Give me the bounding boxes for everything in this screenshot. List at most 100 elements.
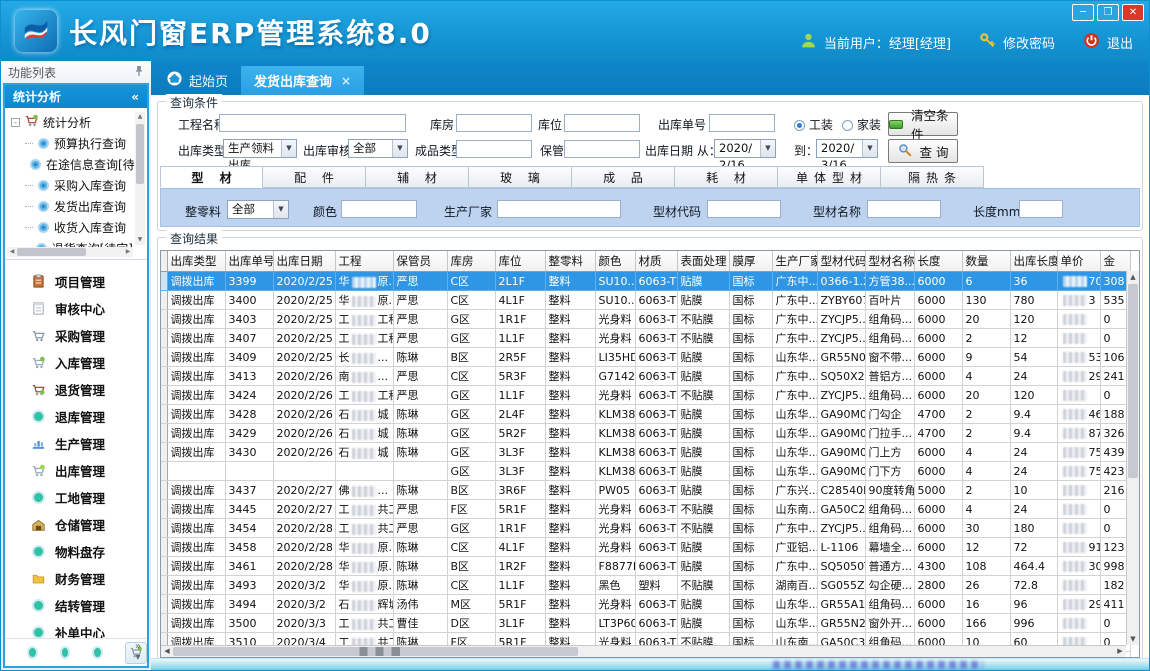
grid-horizontal-scrollbar[interactable]: ◀ ▶ xyxy=(161,645,1126,657)
material-tab-耗材[interactable]: 耗 材 xyxy=(675,166,778,188)
sidebar-item-入库管理[interactable]: 入库管理 xyxy=(5,349,147,376)
minimize-button[interactable]: ─ xyxy=(1072,4,1094,21)
dot-icon[interactable] xyxy=(92,646,103,659)
column-header-整零料[interactable]: 整零料 xyxy=(545,251,595,272)
chevron-down-icon[interactable]: ▼ xyxy=(862,140,877,157)
column-header-材质[interactable]: 材质 xyxy=(635,251,677,272)
logout-link[interactable]: 退出 xyxy=(1107,33,1133,52)
column-header-长度[interactable]: 长度 xyxy=(914,251,962,272)
overflow-chevron-icon[interactable]: »▾ xyxy=(135,641,141,663)
material-tab-配件[interactable]: 配 件 xyxy=(263,166,366,188)
table-row[interactable]: 调拨出库35002020/3/3工共工程曹佳D区3L1F整料LT3P606063… xyxy=(161,614,1130,633)
table-row[interactable]: 调拨出库34072020/2/25工工程严思G区1L1F整料光身料6063-T5… xyxy=(161,329,1130,348)
scroll-down-icon[interactable]: ▼ xyxy=(135,235,145,245)
column-header-出库类型[interactable]: 出库类型 xyxy=(167,251,225,272)
tree-item-预算执行查询[interactable]: 预算执行查询 xyxy=(11,133,133,154)
length-input[interactable] xyxy=(1019,200,1063,218)
profile-code-input[interactable] xyxy=(707,200,781,218)
color-input[interactable] xyxy=(341,200,417,218)
table-row[interactable]: G区3L3F整料KLM38176063-T5贴膜国标山东华...GA90M09.… xyxy=(161,462,1130,481)
scroll-up-icon[interactable]: ▲ xyxy=(135,112,145,122)
table-row[interactable]: 调拨出库34292020/2/26石城陈琳G区5R2F整料KLM38176063… xyxy=(161,424,1130,443)
location-input[interactable] xyxy=(564,114,640,132)
close-button[interactable]: ✕ xyxy=(1122,4,1144,21)
material-tab-辅材[interactable]: 辅 材 xyxy=(366,166,469,188)
column-header-表面处理[interactable]: 表面处理 xyxy=(677,251,729,272)
table-row[interactable]: 调拨出库34372020/2/27佛...陈琳B区3R6F整料PW056063-… xyxy=(161,481,1130,500)
tree-horizontal-scrollbar[interactable]: ◀ ▶ xyxy=(7,247,133,257)
project-name-input[interactable] xyxy=(219,114,406,132)
tab-起始页[interactable]: 起始页 xyxy=(154,66,241,95)
tree-item-采购入库查询[interactable]: 采购入库查询 xyxy=(11,175,133,196)
scroll-right-icon[interactable]: ▶ xyxy=(123,247,133,257)
column-header-工程[interactable]: 工程 xyxy=(335,251,393,272)
table-row[interactable]: 调拨出库34452020/2/27工共工程严思F区5R1F整料光身料6063-T… xyxy=(161,500,1130,519)
dot-icon[interactable] xyxy=(60,646,71,659)
tree-vertical-scrollbar[interactable]: ▲ ▼ xyxy=(135,112,145,245)
column-header-出库长度[interactable]: 出库长度 xyxy=(1010,251,1057,272)
sidebar-item-项目管理[interactable]: 项目管理 xyxy=(5,268,147,295)
scroll-down-icon[interactable]: ▼ xyxy=(1127,633,1139,645)
product-type-input[interactable] xyxy=(456,140,532,158)
whole-part-select[interactable]: 全部▼ xyxy=(227,200,289,219)
table-row[interactable]: 调拨出库34542020/2/28工共工程严思G区1R1F整料光身料6063-T… xyxy=(161,519,1130,538)
change-password-link[interactable]: 修改密码 xyxy=(1003,33,1055,52)
column-header-生产厂家[interactable]: 生产厂家 xyxy=(772,251,817,272)
chevron-down-icon[interactable]: ▼ xyxy=(392,140,407,157)
column-header-金[interactable]: 金 xyxy=(1100,251,1130,272)
search-button[interactable]: 查 询 xyxy=(888,139,958,163)
material-tab-隔热条[interactable]: 隔热条 xyxy=(881,166,984,188)
tree-item-在途信息查询[待[interactable]: 在途信息查询[待 xyxy=(11,154,133,175)
sidebar-item-出库管理[interactable]: 出库管理 xyxy=(5,457,147,484)
tab-close-icon[interactable]: × xyxy=(341,74,351,88)
tree-root[interactable]: - 统计分析 xyxy=(11,112,133,133)
column-header-库位[interactable]: 库位 xyxy=(495,251,545,272)
column-header-型材代码[interactable]: 型材代码 xyxy=(817,251,865,272)
manufacturer-input[interactable] xyxy=(497,200,621,218)
sidebar-item-仓储管理[interactable]: 仓储管理 xyxy=(5,511,147,538)
radio-selected-icon[interactable] xyxy=(794,120,805,131)
sidebar-item-采购管理[interactable]: 采购管理 xyxy=(5,322,147,349)
table-row[interactable]: 调拨出库34942020/3/2石辉城汤伟M区5R1F整料光身料6063-T5贴… xyxy=(161,595,1130,614)
table-row[interactable]: 调拨出库34242020/2/26工工程严思G区1L1F整料光身料6063-T5… xyxy=(161,386,1130,405)
sidebar-section-header[interactable]: 统计分析 « xyxy=(5,85,147,108)
clear-conditions-button[interactable]: 清空条件 xyxy=(888,112,958,136)
collapse-icon[interactable]: « xyxy=(131,90,139,104)
table-row[interactable]: 调拨出库34132020/2/26南...严思C区5R3F整料G71422606… xyxy=(161,367,1130,386)
table-row[interactable]: 调拨出库33992020/2/25华原...严思C区2L1F整料SU10...6… xyxy=(161,272,1130,291)
radio-jiazhuang[interactable]: 家装 xyxy=(842,116,881,133)
table-row[interactable]: 调拨出库34932020/3/2华原...陈琳C区1L1F整料黑色塑料不贴膜国标… xyxy=(161,576,1130,595)
scroll-left-icon[interactable]: ◀ xyxy=(7,247,17,257)
dot-icon[interactable] xyxy=(27,646,38,659)
chevron-down-icon[interactable]: ▼ xyxy=(273,201,288,218)
chevron-down-icon[interactable]: ▼ xyxy=(760,140,775,157)
table-row[interactable]: 调拨出库34612020/2/28华原...陈琳B区1R2F整料F8877FT6… xyxy=(161,557,1130,576)
sidebar-item-退货管理[interactable]: 退货管理 xyxy=(5,376,147,403)
tab-发货出库查询[interactable]: 发货出库查询× xyxy=(241,66,364,95)
radio-gongzhuang[interactable]: 工装 xyxy=(794,116,833,133)
maximize-button[interactable]: ❐ xyxy=(1097,4,1119,21)
table-row[interactable]: 调拨出库34302020/2/26石城陈琳G区3L3F整料KLM38176063… xyxy=(161,443,1130,462)
table-row[interactable]: 调拨出库34002020/2/25华原...严思C区4L1F整料SU10...6… xyxy=(161,291,1130,310)
sidebar-item-财务管理[interactable]: 财务管理 xyxy=(5,565,147,592)
column-header-膜厚[interactable]: 膜厚 xyxy=(729,251,772,272)
tree-expander-icon[interactable]: - xyxy=(11,118,20,127)
table-row[interactable]: 调拨出库34282020/2/26石城陈琳G区2L4F整料KLM38176063… xyxy=(161,405,1130,424)
tree-item-退库管理[待定[interactable]: 退库管理[待定 xyxy=(11,259,133,260)
material-tab-玻璃[interactable]: 玻 璃 xyxy=(469,166,572,188)
profile-name-input[interactable] xyxy=(867,200,941,218)
sidebar-item-退库管理[interactable]: 退库管理 xyxy=(5,403,147,430)
tree-item-收货入库查询[interactable]: 收货入库查询 xyxy=(11,217,133,238)
table-row[interactable]: 调拨出库34582020/2/28华原...陈琳C区4L1F整料光身料6063-… xyxy=(161,538,1130,557)
order-no-input[interactable] xyxy=(709,114,775,132)
radio-unselected-icon[interactable] xyxy=(842,120,853,131)
column-header-库房[interactable]: 库房 xyxy=(447,251,495,272)
warehouse-input[interactable] xyxy=(456,114,532,132)
tree-item-发货出库查询[interactable]: 发货出库查询 xyxy=(11,196,133,217)
grid-vertical-scrollbar[interactable]: ▲ ▼ xyxy=(1126,271,1139,645)
audit-select[interactable]: 全部▼ xyxy=(348,139,408,158)
table-row[interactable]: 调拨出库34092020/2/25长...陈琳B区2R5F整料LI35HD606… xyxy=(161,348,1130,367)
scroll-left-icon[interactable]: ◀ xyxy=(161,646,173,657)
material-tab-成品[interactable]: 成 品 xyxy=(572,166,675,188)
column-header-保管员[interactable]: 保管员 xyxy=(393,251,447,272)
